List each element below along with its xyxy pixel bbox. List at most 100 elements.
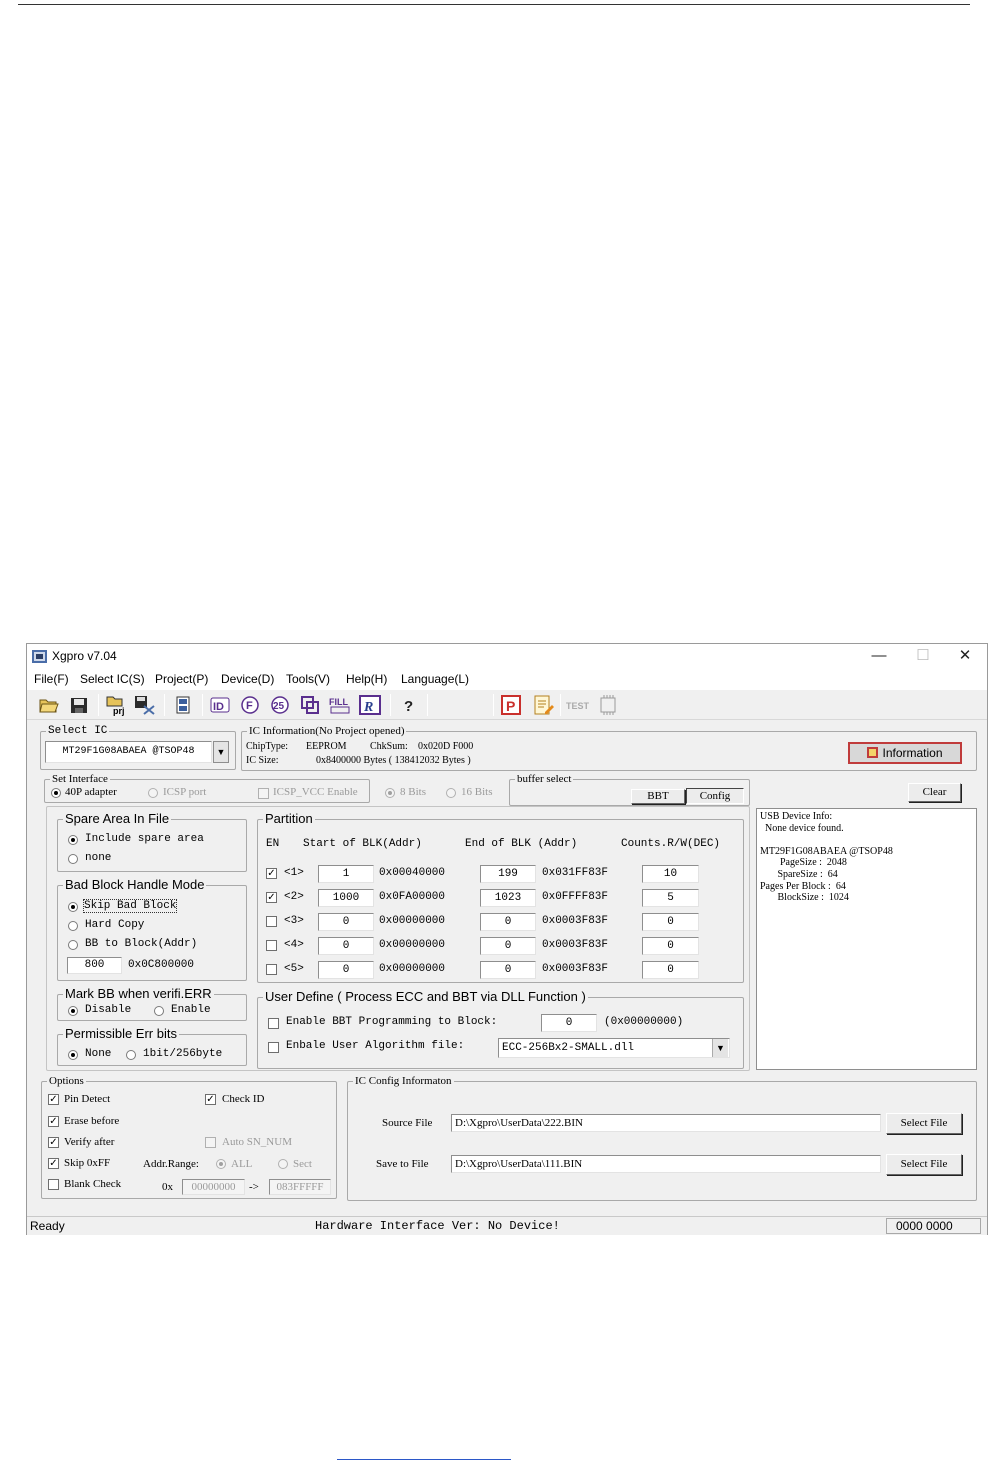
verify-after-checkbox[interactable]: ✓ <box>48 1137 59 1148</box>
bb-block-input[interactable]: 800 <box>67 957 122 974</box>
set-interface-group: Set Interface 40P adapter ICSP port ICSP… <box>44 773 370 803</box>
save-select-file-button[interactable]: Select File <box>886 1154 962 1175</box>
buffer-icon[interactable] <box>171 694 195 716</box>
program-p-icon[interactable]: P <box>499 694 523 716</box>
bits8-radio[interactable] <box>385 788 395 798</box>
range-all-radio[interactable] <box>216 1159 226 1169</box>
help-icon[interactable]: ? <box>396 694 420 716</box>
user-algorithm-checkbox[interactable] <box>268 1042 279 1053</box>
chip-icon[interactable] <box>596 694 620 716</box>
partition-enable-checkbox[interactable] <box>266 964 277 975</box>
svg-text:prj: prj <box>113 706 125 716</box>
source-file-input[interactable]: D:\Xgpro\UserData\222.BIN <box>451 1114 881 1132</box>
ic-size-value: 0x8400000 Bytes ( 138412032 Bytes ) <box>316 755 471 766</box>
err-none-radio[interactable] <box>68 1050 78 1060</box>
enable-bbt-checkbox[interactable] <box>268 1018 279 1029</box>
partition-end-input[interactable]: 0 <box>480 961 536 979</box>
partition-count-input[interactable]: 10 <box>642 865 699 883</box>
save-project-icon[interactable] <box>133 694 157 716</box>
partition-end-input[interactable]: 1023 <box>480 889 536 907</box>
source-select-file-button[interactable]: Select File <box>886 1113 962 1134</box>
partition-count-input[interactable]: 0 <box>642 961 699 979</box>
user-algorithm-select[interactable]: ECC-256Bx2-SMALL.dll <box>498 1038 730 1058</box>
partition-end-input[interactable]: 0 <box>480 913 536 931</box>
read-id-icon[interactable]: ID <box>208 694 232 716</box>
range-sect-radio[interactable] <box>278 1159 288 1169</box>
adapter-radio[interactable] <box>51 788 61 798</box>
partition-header-start: Start of BLK(Addr) <box>303 838 422 850</box>
hard-copy-radio[interactable] <box>68 921 78 931</box>
minimize-button[interactable]: — <box>857 645 901 667</box>
blank-check-checkbox[interactable] <box>48 1179 59 1190</box>
edit-icon[interactable] <box>531 694 555 716</box>
bbt-tab[interactable]: BBT <box>631 789 685 804</box>
select-ic-dropdown-icon[interactable]: ▼ <box>213 741 229 763</box>
partition-enable-checkbox[interactable]: ✓ <box>266 892 277 903</box>
status-hardware: Hardware Interface Ver: No Device! <box>315 1219 560 1233</box>
read-icon[interactable]: F <box>238 694 262 716</box>
err-bit-label: 1bit/256byte <box>143 1048 223 1060</box>
open-folder-icon[interactable] <box>37 694 61 716</box>
partition-count-input[interactable]: 5 <box>642 889 699 907</box>
close-button[interactable]: ✕ <box>943 645 987 667</box>
include-spare-radio[interactable] <box>68 835 78 845</box>
bbt-block-input[interactable]: 0 <box>541 1014 597 1032</box>
partition-start-input[interactable]: 0 <box>318 961 374 979</box>
partition-enable-checkbox[interactable] <box>266 940 277 951</box>
menu-language[interactable]: Language(L) <box>401 672 469 686</box>
menu-device[interactable]: Device(D) <box>221 672 274 686</box>
read-icon-r[interactable]: R <box>358 694 382 716</box>
menu-project[interactable]: Project(P) <box>155 672 208 686</box>
svg-text:ID: ID <box>213 701 224 713</box>
partition-start-input[interactable]: 1 <box>318 865 374 883</box>
bb-to-block-radio[interactable] <box>68 940 78 950</box>
mark-bb-enable-radio[interactable] <box>154 1006 164 1016</box>
select-ic-field[interactable]: MT29F1G08ABAEA @TSOP48 <box>45 741 212 763</box>
mark-bb-disable-radio[interactable] <box>68 1006 78 1016</box>
partition-count-input[interactable]: 0 <box>642 913 699 931</box>
fill-icon[interactable]: FILL <box>328 694 352 716</box>
chevron-down-icon[interactable]: ▼ <box>712 1039 728 1057</box>
menu-file[interactable]: File(F) <box>34 672 69 686</box>
test-icon[interactable]: TEST <box>566 694 590 716</box>
partition-start-input[interactable]: 0 <box>318 937 374 955</box>
menu-help[interactable]: Help(H) <box>346 672 387 686</box>
usb-info-line: SpareSize : 64 <box>760 868 838 880</box>
information-button[interactable]: Information <box>848 742 962 764</box>
spare-none-radio[interactable] <box>68 854 78 864</box>
save-file-input[interactable]: D:\Xgpro\UserData\111.BIN <box>451 1155 881 1173</box>
bits8-label: 8 Bits <box>400 786 426 798</box>
config-tab[interactable]: Config <box>686 788 744 804</box>
range-to-input[interactable]: 083FFFFF <box>269 1179 331 1195</box>
partition-enable-checkbox[interactable] <box>266 916 277 927</box>
source-file-label: Source File <box>382 1117 433 1129</box>
partition-end-input[interactable]: 0 <box>480 937 536 955</box>
partition-start-input[interactable]: 1000 <box>318 889 374 907</box>
partition-enable-checkbox[interactable]: ✓ <box>266 868 277 879</box>
partition-end-input[interactable]: 199 <box>480 865 536 883</box>
save-icon[interactable] <box>67 694 91 716</box>
partition-count-input[interactable]: 0 <box>642 937 699 955</box>
range-from-input[interactable]: 00000000 <box>182 1179 245 1195</box>
maximize-button[interactable]: ☐ <box>901 645 945 667</box>
menu-tools[interactable]: Tools(V) <box>286 672 330 686</box>
skip-off-checkbox[interactable]: ✓ <box>48 1158 59 1169</box>
icsp-vcc-checkbox[interactable] <box>258 788 269 799</box>
menu-select-ic[interactable]: Select IC(S) <box>80 672 145 686</box>
bits16-radio[interactable] <box>446 788 456 798</box>
verify-icon[interactable]: 25 <box>268 694 292 716</box>
erase-before-checkbox[interactable]: ✓ <box>48 1116 59 1127</box>
partition-start-input[interactable]: 0 <box>318 913 374 931</box>
program-icon[interactable] <box>298 694 322 716</box>
partition-start-addr: 0x00000000 <box>379 939 446 951</box>
open-project-icon[interactable]: prj <box>105 694 129 716</box>
auto-sn-checkbox[interactable] <box>205 1137 216 1148</box>
skip-bad-block-radio[interactable] <box>68 902 78 912</box>
pin-detect-checkbox[interactable]: ✓ <box>48 1094 59 1105</box>
save-file-label: Save to File <box>376 1158 429 1170</box>
clear-button[interactable]: Clear <box>908 783 961 802</box>
check-id-checkbox[interactable]: ✓ <box>205 1094 216 1105</box>
app-icon <box>32 650 47 663</box>
icsp-port-radio[interactable] <box>148 788 158 798</box>
err-bit-radio[interactable] <box>126 1050 136 1060</box>
